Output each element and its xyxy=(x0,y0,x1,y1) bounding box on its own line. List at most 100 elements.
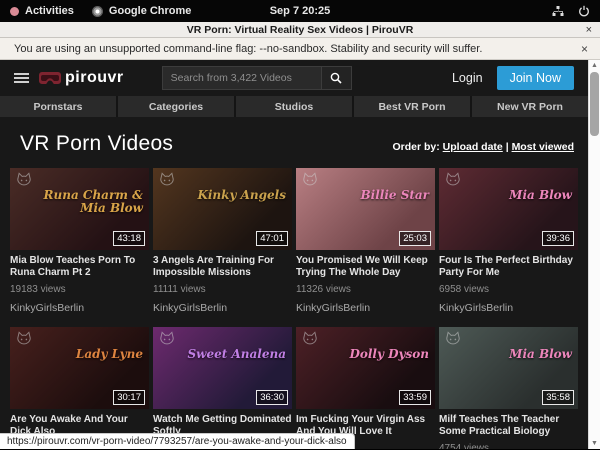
warning-close-icon[interactable]: × xyxy=(581,42,588,56)
duration-badge: 43:18 xyxy=(113,231,145,246)
thumbnail-overlay-name: Billie Star xyxy=(361,189,430,202)
studio-watermark-cat-icon xyxy=(301,331,319,347)
search-group xyxy=(162,66,352,90)
video-title[interactable]: Four Is The Perfect Birthday Party For M… xyxy=(439,255,578,279)
video-thumbnail[interactable]: Dolly Dyson 33:59 xyxy=(296,327,435,409)
window-title: VR Porn: Virtual Reality Sex Videos | Pi… xyxy=(187,24,414,36)
main-nav: Pornstars Categories Studios Best VR Por… xyxy=(0,96,588,117)
page-head: VR Porn Videos Order by: Upload date | M… xyxy=(0,117,588,166)
studio-watermark-cat-icon xyxy=(158,172,176,188)
nav-item-best-vr-porn[interactable]: Best VR Porn xyxy=(354,96,470,117)
thumbnail-overlay-name: Dolly Dyson xyxy=(349,348,429,361)
nav-item-pornstars[interactable]: Pornstars xyxy=(0,96,116,117)
page-content: pirouvr Login Join Now Pornstars Categor… xyxy=(0,60,588,449)
video-card[interactable]: Mia Blow 35:58 Milf Teaches The Teacher … xyxy=(439,327,578,449)
video-title[interactable]: Milf Teaches The Teacher Some Practical … xyxy=(439,414,578,438)
thumbnail-overlay-name: Runa Charm & Mia Blow xyxy=(32,189,143,215)
video-title[interactable]: 3 Angels Are Training For Impossible Mis… xyxy=(153,255,292,279)
studio-watermark-cat-icon xyxy=(301,172,319,188)
logo-text: pirouvr xyxy=(65,69,124,87)
page-title: VR Porn Videos xyxy=(20,132,173,156)
search-button[interactable] xyxy=(322,66,352,90)
video-thumbnail[interactable]: Kinky Angels 47:01 xyxy=(153,168,292,250)
studio-watermark-cat-icon xyxy=(444,172,462,188)
video-title[interactable]: Mia Blow Teaches Porn To Runa Charm Pt 2 xyxy=(10,255,149,279)
duration-badge: 33:59 xyxy=(399,390,431,405)
video-studio-link[interactable]: KinkyGirlsBerlin xyxy=(439,302,578,314)
video-card[interactable]: Kinky Angels 47:01 3 Angels Are Training… xyxy=(153,168,292,314)
video-thumbnail[interactable]: Sweet Analena 36:30 xyxy=(153,327,292,409)
activities-button[interactable]: Activities xyxy=(10,5,74,17)
studio-watermark-cat-icon xyxy=(15,172,33,188)
nav-item-categories[interactable]: Categories xyxy=(118,96,234,117)
video-views: 11326 views xyxy=(296,284,435,295)
power-icon[interactable] xyxy=(578,5,590,17)
thumbnail-overlay-name: Mia Blow xyxy=(509,189,572,202)
order-link-most-viewed[interactable]: Most viewed xyxy=(512,141,574,153)
video-views: 11111 views xyxy=(153,284,292,295)
video-card[interactable]: Runa Charm & Mia Blow 43:18 Mia Blow Tea… xyxy=(10,168,149,314)
video-views: 6958 views xyxy=(439,284,578,295)
window-close-icon[interactable]: × xyxy=(586,22,592,38)
site-logo[interactable]: pirouvr xyxy=(39,69,124,87)
video-card[interactable]: Sweet Analena 36:30 Watch Me Getting Dom… xyxy=(153,327,292,449)
nav-item-new-vr-porn[interactable]: New VR Porn xyxy=(472,96,588,117)
activities-label: Activities xyxy=(25,5,74,17)
video-thumbnail[interactable]: Mia Blow 39:36 xyxy=(439,168,578,250)
vr-headset-icon xyxy=(39,72,61,85)
order-separator: | xyxy=(506,141,509,153)
video-studio-link[interactable]: KinkyGirlsBerlin xyxy=(153,302,292,314)
system-clock[interactable]: Sep 7 20:25 xyxy=(0,5,600,17)
thumbnail-overlay-name: Lady Lyne xyxy=(76,348,143,361)
thumbnail-overlay-name: Kinky Angels xyxy=(197,189,286,202)
desktop-screen: Activities Google Chrome Sep 7 20:25 VR … xyxy=(0,0,600,450)
video-thumbnail[interactable]: Billie Star 25:03 xyxy=(296,168,435,250)
video-card[interactable]: Billie Star 25:03 You Promised We Will K… xyxy=(296,168,435,314)
duration-badge: 25:03 xyxy=(399,231,431,246)
browser-viewport: pirouvr Login Join Now Pornstars Categor… xyxy=(0,60,600,449)
scrollbar-down-icon[interactable]: ▼ xyxy=(589,438,600,449)
video-thumbnail[interactable]: Lady Lyne 30:17 xyxy=(10,327,149,409)
site-header: pirouvr Login Join Now xyxy=(0,60,588,96)
duration-badge: 30:17 xyxy=(113,390,145,405)
chrome-taskbar-item[interactable]: Google Chrome xyxy=(92,5,192,17)
nav-item-studios[interactable]: Studios xyxy=(236,96,352,117)
sandbox-warning-bar: You are using an unsupported command-lin… xyxy=(0,38,600,60)
join-now-button[interactable]: Join Now xyxy=(497,66,574,90)
chrome-icon xyxy=(92,6,103,17)
video-thumbnail[interactable]: Mia Blow 35:58 xyxy=(439,327,578,409)
scrollbar-thumb[interactable] xyxy=(590,72,599,136)
studio-watermark-cat-icon xyxy=(15,331,33,347)
video-grid: Runa Charm & Mia Blow 43:18 Mia Blow Tea… xyxy=(0,166,588,449)
video-studio-link[interactable]: KinkyGirlsBerlin xyxy=(296,302,435,314)
video-thumbnail[interactable]: Runa Charm & Mia Blow 43:18 xyxy=(10,168,149,250)
video-card[interactable]: Mia Blow 39:36 Four Is The Perfect Birth… xyxy=(439,168,578,314)
duration-badge: 36:30 xyxy=(256,390,288,405)
chrome-taskbar-label: Google Chrome xyxy=(109,5,192,17)
system-top-bar: Activities Google Chrome Sep 7 20:25 xyxy=(0,0,600,22)
login-link[interactable]: Login xyxy=(452,71,483,85)
warning-message: You are using an unsupported command-lin… xyxy=(14,43,482,55)
network-icon[interactable] xyxy=(552,5,564,17)
scrollbar-up-icon[interactable]: ▲ xyxy=(589,60,600,71)
video-views: 4754 views xyxy=(439,443,578,449)
duration-badge: 39:36 xyxy=(542,231,574,246)
video-studio-link[interactable]: KinkyGirlsBerlin xyxy=(10,302,149,314)
activities-indicator-icon xyxy=(10,7,19,16)
video-card[interactable]: Lady Lyne 30:17 Are You Awake And Your D… xyxy=(10,327,149,449)
video-views: 19183 views xyxy=(10,284,149,295)
hamburger-menu-icon[interactable] xyxy=(14,73,29,83)
studio-watermark-cat-icon xyxy=(158,331,176,347)
page-scrollbar[interactable]: ▲ ▼ xyxy=(588,60,600,449)
duration-badge: 35:58 xyxy=(542,390,574,405)
video-card[interactable]: Dolly Dyson 33:59 Im Fucking Your Virgin… xyxy=(296,327,435,449)
status-bar-url: https://pirouvr.com/vr-porn-video/779325… xyxy=(0,433,355,449)
order-link-upload-date[interactable]: Upload date xyxy=(443,141,503,153)
browser-window-titlebar[interactable]: VR Porn: Virtual Reality Sex Videos | Pi… xyxy=(0,22,600,38)
studio-watermark-cat-icon xyxy=(444,331,462,347)
search-input[interactable] xyxy=(162,66,322,90)
order-by-label: Order by: xyxy=(392,141,439,153)
video-title[interactable]: You Promised We Will Keep Trying The Who… xyxy=(296,255,435,279)
thumbnail-overlay-name: Mia Blow xyxy=(509,348,572,361)
thumbnail-overlay-name: Sweet Analena xyxy=(188,348,287,361)
